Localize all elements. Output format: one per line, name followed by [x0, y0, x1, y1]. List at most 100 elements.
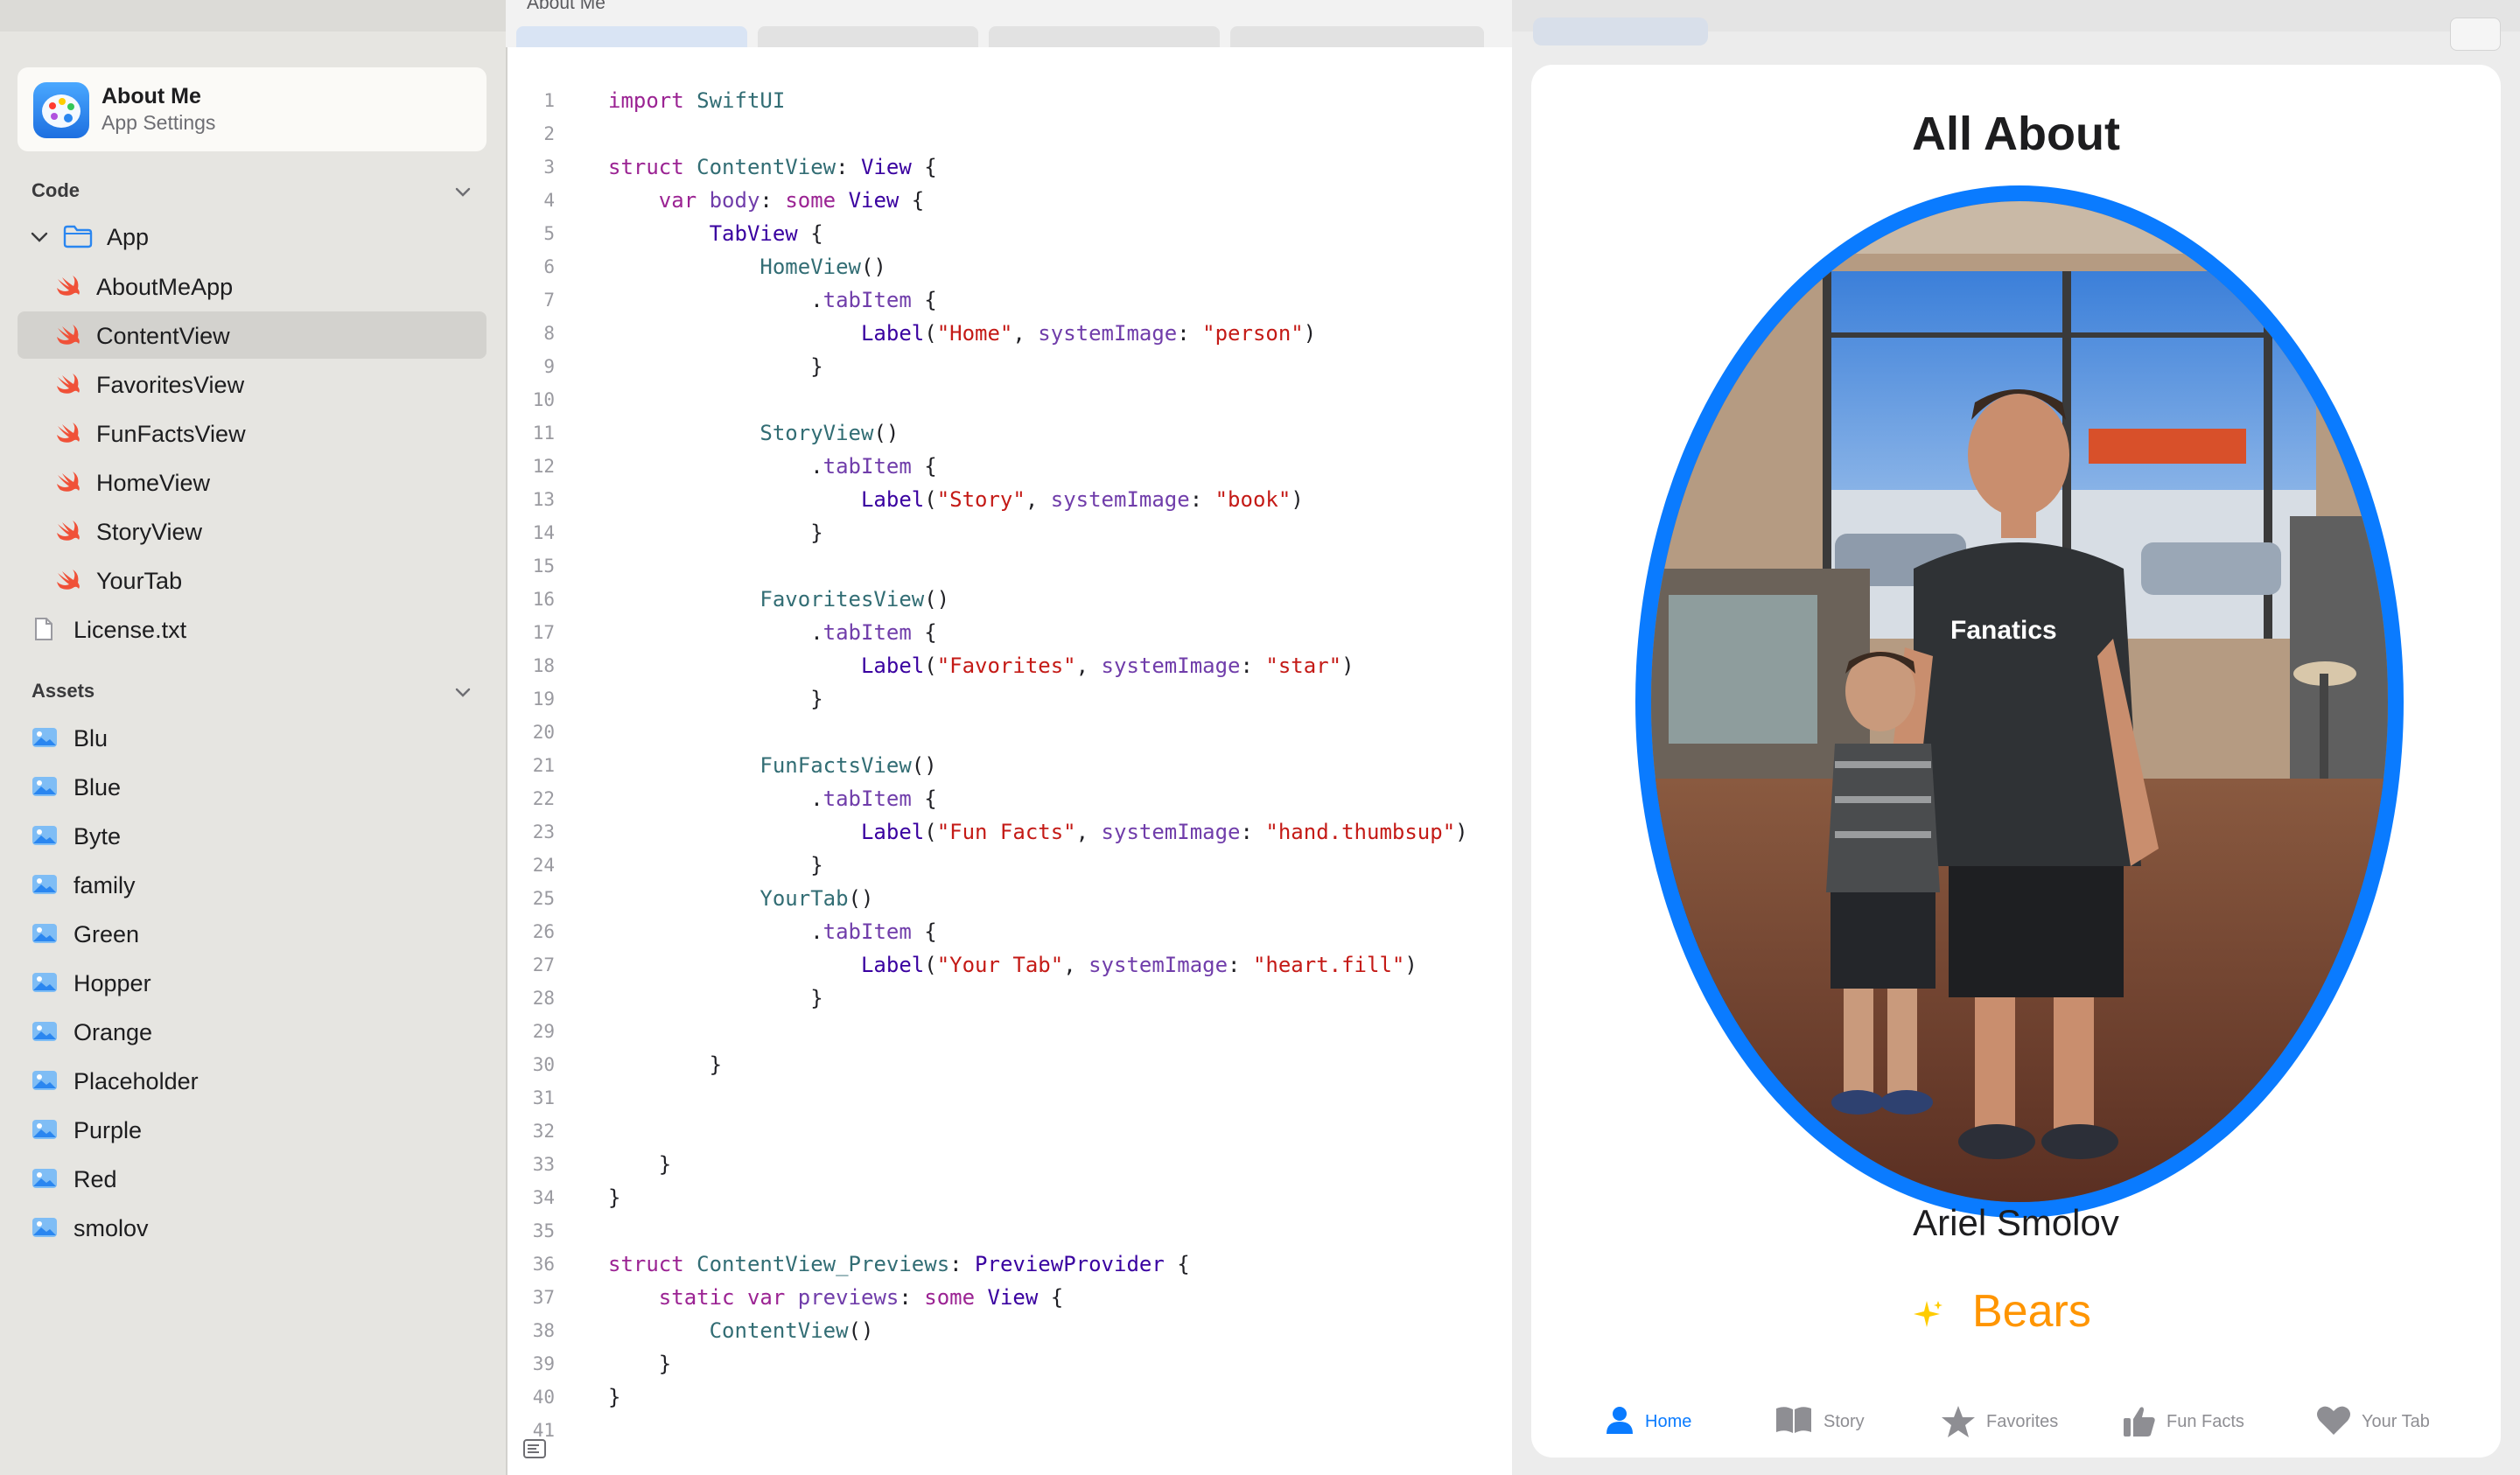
image-asset-icon — [32, 1068, 58, 1093]
code-editor[interactable]: 1 import SwiftUI 2 3 struct ContentView: Vie… — [508, 47, 1512, 1475]
code-line[interactable]: 19 } — [508, 682, 1512, 716]
file-homeview[interactable]: HomeView — [18, 458, 486, 506]
file-funfactsview[interactable]: FunFactsView — [18, 409, 486, 457]
line-number: 21 — [532, 755, 555, 776]
file-favoritesview[interactable]: FavoritesView — [18, 360, 486, 408]
chevron-down-icon[interactable] — [452, 682, 473, 703]
code-line[interactable]: 26 .tabItem { — [508, 915, 1512, 948]
image-asset-icon — [32, 1117, 58, 1142]
code-line[interactable]: 14 } — [508, 516, 1512, 549]
code-line[interactable]: 5 TabView { — [508, 217, 1512, 250]
code-line[interactable]: 23 Label("Fun Facts", systemImage: "hand… — [508, 815, 1512, 849]
asset-label: smolov — [74, 1215, 149, 1241]
line-number: 14 — [532, 522, 555, 543]
preview-mode-button[interactable] — [1533, 17, 1708, 45]
asset-blue[interactable]: Blue — [18, 763, 486, 810]
line-number: 35 — [532, 1220, 555, 1241]
code-line[interactable]: 4 var body: some View { — [508, 184, 1512, 217]
code-line[interactable]: 35 — [508, 1214, 1512, 1248]
file-label: StoryView — [96, 519, 203, 545]
code-line[interactable]: 33 } — [508, 1148, 1512, 1181]
editor-tab[interactable] — [758, 26, 978, 47]
code-text: var body: some View { — [658, 188, 925, 213]
code-line[interactable]: 15 — [508, 549, 1512, 583]
code-line[interactable]: 32 — [508, 1115, 1512, 1148]
code-line[interactable]: 34} — [508, 1181, 1512, 1214]
folder-label: App — [107, 224, 150, 250]
asset-smolov[interactable]: smolov — [18, 1204, 486, 1251]
code-line[interactable]: 18 Label("Favorites", systemImage: "star… — [508, 649, 1512, 682]
file-aboutmeapp[interactable]: AboutMeApp — [18, 262, 486, 310]
code-line[interactable]: 28 } — [508, 982, 1512, 1015]
tab-fun-facts[interactable]: Fun Facts — [2123, 1384, 2280, 1458]
line-number: 37 — [532, 1287, 555, 1308]
code-line[interactable]: 7 .tabItem { — [508, 283, 1512, 317]
code-line[interactable]: 36 struct ContentView_Previews: PreviewPr… — [508, 1248, 1512, 1281]
code-line[interactable]: 38 ContentView() — [508, 1314, 1512, 1347]
code-line[interactable]: 8 Label("Home", systemImage: "person") — [508, 317, 1512, 350]
code-line[interactable]: 13 Label("Story", systemImage: "book") — [508, 483, 1512, 516]
code-line[interactable]: 11 StoryView() — [508, 416, 1512, 450]
tab-your-tab[interactable]: Your Tab — [2316, 1384, 2474, 1458]
code-line[interactable]: 31 — [508, 1081, 1512, 1115]
code-line[interactable]: 39 } — [508, 1347, 1512, 1381]
code-line[interactable]: 10 — [508, 383, 1512, 416]
asset-purple[interactable]: Purple — [18, 1106, 486, 1153]
navigator-filter-bar[interactable] — [0, 0, 506, 31]
code-line[interactable]: 9 } — [508, 350, 1512, 383]
code-line[interactable]: 22 .tabItem { — [508, 782, 1512, 815]
file-storyview[interactable]: StoryView — [18, 507, 486, 555]
asset-family[interactable]: family — [18, 861, 486, 908]
code-line[interactable]: 37 static var previews: some View { — [508, 1281, 1512, 1314]
code-line[interactable]: 40} — [508, 1381, 1512, 1414]
editor-tab[interactable] — [1230, 26, 1484, 47]
code-line[interactable]: 17 .tabItem { — [508, 616, 1512, 649]
code-line[interactable]: 24 } — [508, 849, 1512, 882]
asset-byte[interactable]: Byte — [18, 812, 486, 859]
code-line[interactable]: 29 — [508, 1015, 1512, 1048]
code-line[interactable]: 30 } — [508, 1048, 1512, 1081]
code-line[interactable]: 21 FunFactsView() — [508, 749, 1512, 782]
preview-settings-button[interactable] — [2450, 17, 2501, 51]
editor-tab[interactable] — [989, 26, 1220, 47]
code-line[interactable]: 6 HomeView() — [508, 250, 1512, 283]
code-line[interactable]: 16 FavoritesView() — [508, 583, 1512, 616]
editor-tab-active[interactable] — [516, 26, 747, 47]
line-number: 10 — [532, 389, 555, 410]
tab-favorites[interactable]: Favorites — [1941, 1384, 2098, 1458]
asset-orange[interactable]: Orange — [18, 1008, 486, 1055]
code-text: Label("Fun Facts", systemImage: "hand.th… — [860, 820, 1468, 844]
folder-app[interactable]: App — [18, 213, 486, 260]
swift-file-icon — [54, 519, 80, 543]
tab-home[interactable]: Home — [1605, 1384, 1736, 1458]
code-text: .tabItem { — [608, 288, 937, 312]
file-license[interactable]: License.txt — [18, 605, 486, 653]
asset-green[interactable]: Green — [18, 910, 486, 957]
code-line[interactable]: 12 .tabItem { — [508, 450, 1512, 483]
asset-blu[interactable]: Blu — [18, 714, 486, 761]
disclosure-chevron-icon[interactable] — [30, 224, 49, 248]
code-line[interactable]: 2 — [508, 117, 1512, 150]
line-number: 25 — [532, 888, 555, 909]
code-text: .tabItem { — [608, 454, 937, 479]
image-asset-icon — [32, 970, 58, 995]
code-line[interactable]: 1 import SwiftUI — [508, 84, 1512, 117]
tab-label: Favorites — [1986, 1412, 2059, 1431]
asset-hopper[interactable]: Hopper — [18, 959, 486, 1006]
line-number: 5 — [543, 223, 555, 244]
chevron-down-icon[interactable] — [452, 181, 473, 202]
code-line[interactable]: 25 YourTab() — [508, 882, 1512, 915]
image-asset-icon — [32, 1166, 58, 1191]
file-yourtab[interactable]: YourTab — [18, 556, 486, 604]
asset-placeholder[interactable]: Placeholder — [18, 1057, 486, 1104]
code-text: } — [608, 1352, 672, 1376]
code-line[interactable]: 27 Label("Your Tab", systemImage: "heart… — [508, 948, 1512, 982]
code-line[interactable]: 3 struct ContentView: View { — [508, 150, 1512, 184]
tab-story[interactable]: Story — [1774, 1384, 1906, 1458]
file-contentview[interactable]: ContentView — [18, 311, 486, 359]
project-card[interactable]: About Me App Settings — [18, 67, 486, 151]
code-line[interactable]: 20 — [508, 716, 1512, 749]
editor-options-icon[interactable] — [523, 1439, 546, 1458]
asset-red[interactable]: Red — [18, 1155, 486, 1202]
code-line[interactable]: 41 — [508, 1414, 1512, 1447]
